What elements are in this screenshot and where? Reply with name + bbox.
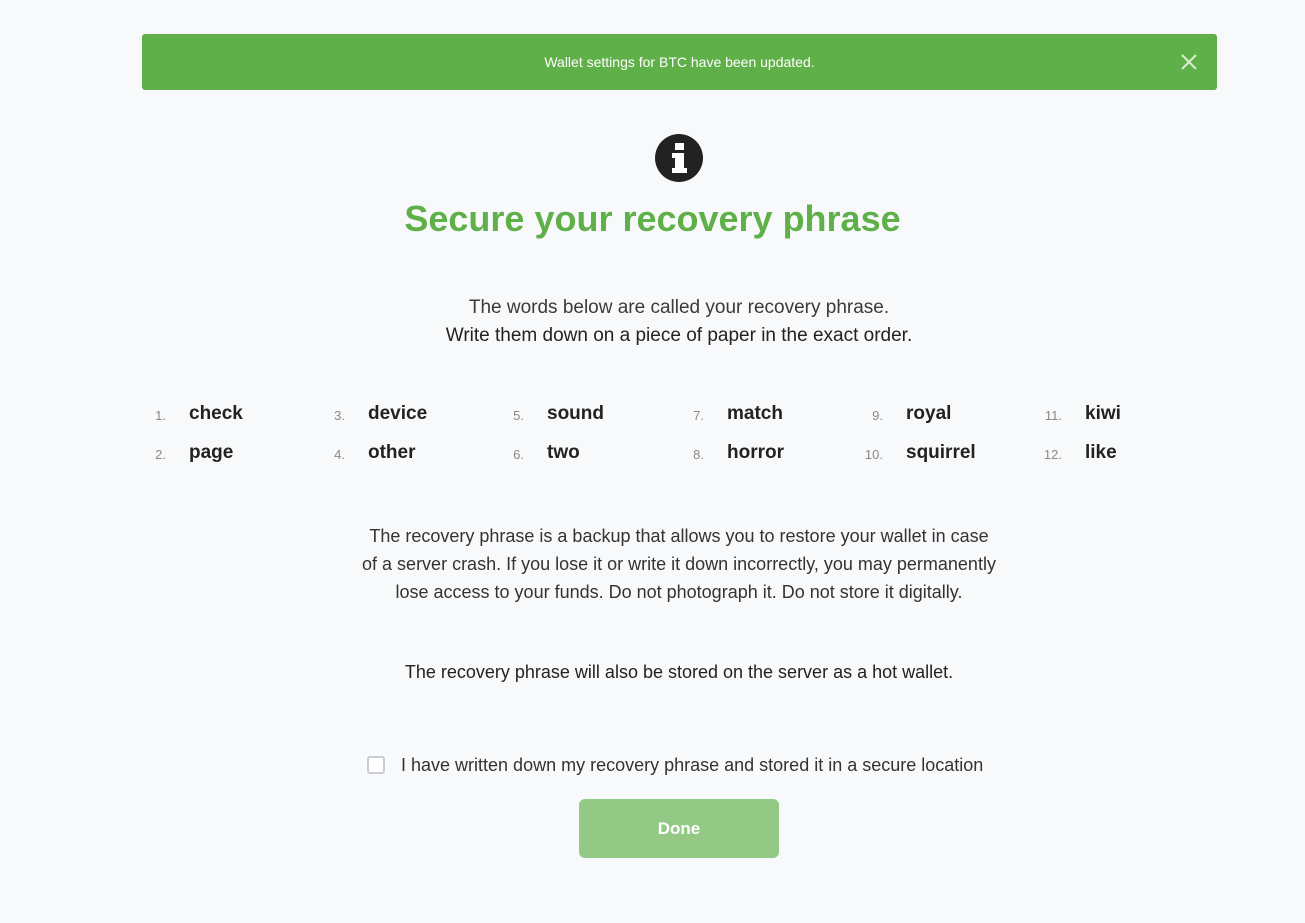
recovery-word-number: 10. [864, 447, 883, 462]
recovery-word-text: squirrel [906, 442, 976, 463]
recovery-word-text: kiwi [1085, 403, 1121, 424]
recovery-word-number: 4. [334, 447, 345, 462]
recovery-word: 11. kiwi [1038, 398, 1121, 430]
recovery-word-text: royal [906, 403, 952, 424]
recovery-word-text: page [189, 442, 234, 463]
recovery-word: 2. page [142, 437, 233, 469]
recovery-phrase-grid: 1. check 2. page 3. device 4. other 5. sound 6. two… [142, 398, 1217, 478]
recovery-word: 10. squirrel [859, 437, 976, 469]
recovery-word-number: 5. [513, 408, 524, 423]
recovery-word-number: 3. [334, 408, 345, 423]
backup-description: The recovery phrase is a backup that all… [362, 526, 996, 602]
recovery-word: 12. like [1038, 437, 1117, 469]
confirm-checkbox[interactable] [367, 756, 385, 774]
intro-text: The words below are called your recovery… [0, 294, 1305, 350]
recovery-word: 6. two [500, 437, 580, 469]
recovery-word: 7. match [680, 398, 783, 430]
success-alert: Wallet settings for BTC have been update… [142, 34, 1217, 90]
recovery-word: 4. other [321, 437, 416, 469]
recovery-word-number: 7. [693, 408, 704, 423]
page-title: Secure your recovery phrase [404, 198, 901, 239]
info-icon [655, 134, 703, 182]
recovery-word: 3. device [321, 398, 427, 430]
close-icon[interactable] [1179, 52, 1199, 72]
recovery-word-number: 12. [1043, 447, 1062, 462]
recovery-word: 1. check [142, 398, 243, 430]
recovery-word-text: horror [727, 442, 784, 463]
done-button[interactable]: Done [579, 799, 779, 858]
recovery-word-number: 9. [872, 408, 883, 423]
recovery-word-number: 1. [155, 408, 166, 423]
recovery-word-number: 11. [1044, 408, 1062, 423]
alert-message: Wallet settings for BTC have been update… [544, 54, 815, 70]
recovery-word-text: sound [547, 403, 604, 424]
recovery-word-number: 8. [693, 447, 704, 462]
recovery-word: 9. royal [859, 398, 951, 430]
recovery-word-text: check [189, 403, 243, 424]
recovery-word-text: match [727, 403, 783, 424]
recovery-word-text: other [368, 442, 416, 463]
recovery-word-number: 6. [513, 447, 524, 462]
intro-line-2: Write them down on a piece of paper in t… [445, 325, 913, 346]
recovery-word: 5. sound [500, 398, 604, 430]
recovery-word: 8. horror [680, 437, 784, 469]
recovery-word-text: two [547, 442, 580, 463]
intro-line-1: The words below are called your recovery… [468, 297, 890, 318]
recovery-word-text: like [1085, 442, 1117, 463]
recovery-word-number: 2. [155, 447, 166, 462]
recovery-word-text: device [368, 403, 428, 424]
confirm-row: I have written down my recovery phrase a… [367, 752, 983, 778]
confirm-label[interactable]: I have written down my recovery phrase a… [401, 755, 983, 776]
hot-wallet-note: The recovery phrase will also be stored … [404, 662, 954, 682]
